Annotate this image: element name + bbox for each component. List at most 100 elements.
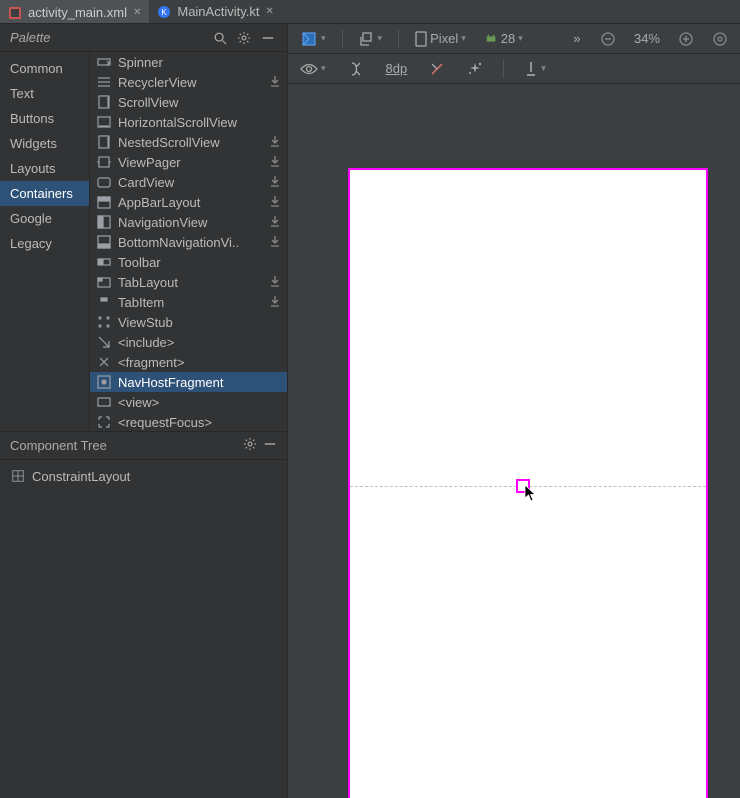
search-icon[interactable] [211, 29, 229, 47]
scroll-v-icon [96, 134, 112, 150]
cursor-icon [524, 484, 538, 505]
download-icon[interactable] [269, 195, 281, 210]
palette-item-label: ScrollView [118, 95, 178, 110]
palette-item[interactable]: CardView [90, 172, 287, 192]
palette-item[interactable]: <include> [90, 332, 287, 352]
palette-item-label: Toolbar [118, 255, 161, 270]
device-frame[interactable] [348, 168, 708, 798]
palette-item-label: NestedScrollView [118, 135, 220, 150]
category-common[interactable]: Common [0, 56, 89, 81]
category-google[interactable]: Google [0, 206, 89, 231]
palette-item[interactable]: ScrollView [90, 92, 287, 112]
category-text[interactable]: Text [0, 81, 89, 106]
palette-item[interactable]: ViewPager [90, 152, 287, 172]
palette-item-label: <requestFocus> [118, 415, 212, 430]
category-widgets[interactable]: Widgets [0, 131, 89, 156]
kotlin-file-icon: K [157, 5, 171, 19]
palette-item-label: Spinner [118, 55, 163, 70]
palette-item-label: AppBarLayout [118, 195, 200, 210]
design-toolbar-2: ▾ 8dp ▾ [288, 54, 740, 84]
gear-icon[interactable] [235, 29, 253, 47]
palette-widgets-scroll[interactable]: Spinner RecyclerView ScrollView HorizontalS… [90, 52, 287, 431]
zoom-in-icon[interactable] [672, 28, 700, 50]
palette-item[interactable]: AppBarLayout [90, 192, 287, 212]
palette-item[interactable]: <requestFocus> [90, 412, 287, 431]
chevron-down-icon: ▾ [461, 33, 466, 44]
zoom-fit-icon[interactable] [706, 28, 734, 50]
palette-widgets: Spinner RecyclerView ScrollView HorizontalS… [90, 52, 287, 431]
more-icon[interactable]: » [566, 28, 588, 50]
palette-item[interactable]: Toolbar [90, 252, 287, 272]
palette-item[interactable]: BottomNavigationVi.. [90, 232, 287, 252]
download-icon[interactable] [269, 175, 281, 190]
palette-item[interactable]: NavigationView [90, 212, 287, 232]
close-icon[interactable]: ✕ [265, 6, 273, 17]
palette-body: Common Text Buttons Widgets Layouts Cont… [0, 52, 287, 432]
api-selector[interactable]: 28 ▾ [478, 28, 529, 50]
download-icon[interactable] [269, 155, 281, 170]
palette-item[interactable]: <fragment> [90, 352, 287, 372]
navhost-icon [96, 374, 112, 390]
download-icon[interactable] [269, 295, 281, 310]
category-buttons[interactable]: Buttons [0, 106, 89, 131]
palette-item[interactable]: <view> [90, 392, 287, 412]
default-margins[interactable]: 8dp [380, 58, 414, 80]
download-icon[interactable] [269, 235, 281, 250]
svg-text:K: K [162, 8, 168, 17]
bottomnav-icon [96, 234, 112, 250]
tab-activity-main[interactable]: activity_main.xml ✕ [0, 0, 149, 23]
view-options-icon[interactable]: ▾ [294, 58, 332, 80]
palette-item-label: <fragment> [118, 355, 185, 370]
palette-item-label: HorizontalScrollView [118, 115, 237, 130]
spinner-icon [96, 54, 112, 70]
stub-icon [96, 314, 112, 330]
design-surface-icon[interactable]: ▾ [294, 28, 332, 50]
palette-item[interactable]: ViewStub [90, 312, 287, 332]
design-toolbar-1: ▾ ▾ Pixel ▾ 28 ▾ » 34% [288, 24, 740, 54]
tab-label: MainActivity.kt [177, 4, 259, 19]
orientation-icon[interactable]: ▾ [353, 28, 389, 50]
palette-item[interactable]: TabLayout [90, 272, 287, 292]
palette-item[interactable]: NestedScrollView [90, 132, 287, 152]
guidelines-icon[interactable]: ▾ [518, 58, 552, 80]
palette-item[interactable]: RecyclerView [90, 72, 287, 92]
main-area: Palette Common Text Buttons Widgets Layo… [0, 24, 740, 798]
clear-constraints-icon[interactable] [423, 58, 451, 80]
layout-designer: ▾ ▾ Pixel ▾ 28 ▾ » 34% [288, 24, 740, 798]
download-icon[interactable] [269, 135, 281, 150]
infer-constraints-icon[interactable] [461, 58, 489, 80]
chevron-down-icon: ▾ [321, 33, 326, 44]
zoom-out-icon[interactable] [594, 28, 622, 50]
category-legacy[interactable]: Legacy [0, 231, 89, 256]
minimize-icon[interactable] [263, 437, 277, 454]
tab-main-activity[interactable]: K MainActivity.kt ✕ [149, 0, 282, 23]
palette-item-label: RecyclerView [118, 75, 197, 90]
palette-title: Palette [10, 30, 205, 45]
palette-item[interactable]: HorizontalScrollView [90, 112, 287, 132]
autoconnect-icon[interactable] [342, 58, 370, 80]
gear-icon[interactable] [243, 437, 257, 454]
pager-icon [96, 154, 112, 170]
design-surface[interactable] [288, 84, 740, 798]
palette-item-label: TabItem [118, 295, 164, 310]
download-icon[interactable] [269, 215, 281, 230]
toolbar-icon [96, 254, 112, 270]
palette-item-label: <include> [118, 335, 174, 350]
category-layouts[interactable]: Layouts [0, 156, 89, 181]
palette-item-label: CardView [118, 175, 174, 190]
palette-header: Palette [0, 24, 287, 52]
palette-item[interactable]: TabItem [90, 292, 287, 312]
palette-item[interactable]: Spinner [90, 52, 287, 72]
focus-icon [96, 414, 112, 430]
download-icon[interactable] [269, 75, 281, 90]
minimize-icon[interactable] [259, 29, 277, 47]
close-icon[interactable]: ✕ [133, 7, 141, 18]
constraintlayout-icon [10, 468, 26, 484]
download-icon[interactable] [269, 275, 281, 290]
tree-root-row[interactable]: ConstraintLayout [8, 466, 279, 486]
palette-item-label: BottomNavigationVi.. [118, 235, 239, 250]
device-selector[interactable]: Pixel ▾ [409, 28, 472, 50]
chevron-down-icon: ▾ [541, 63, 546, 74]
category-containers[interactable]: Containers [0, 181, 89, 206]
palette-item[interactable]: NavHostFragment [90, 372, 287, 392]
